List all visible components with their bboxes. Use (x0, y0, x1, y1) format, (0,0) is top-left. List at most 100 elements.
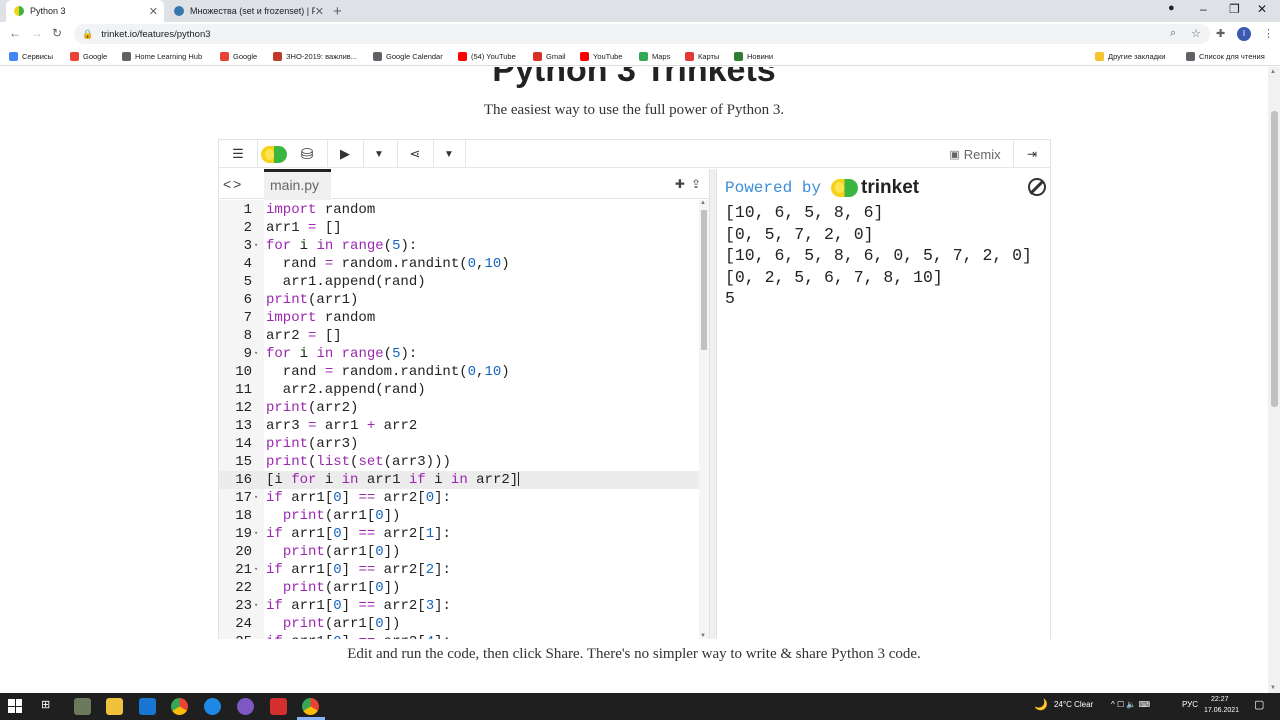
bookmark-youtube[interactable]: YouTube (580, 49, 622, 63)
code-line[interactable]: 2 arr1 = [] (219, 219, 699, 237)
code-line[interactable]: 21 ▾ if arr1[0] == arr2[2]: (219, 561, 699, 579)
new-tab-icon[interactable]: + (333, 3, 342, 20)
language-indicator[interactable]: РУС (1182, 700, 1198, 709)
hamburger-menu-icon[interactable]: ☰ (219, 140, 257, 168)
code-line[interactable]: 25 if arr1[0] == arr2[4]: (219, 633, 699, 639)
file-explorer-icon[interactable] (106, 698, 123, 715)
code-line[interactable]: 22 print(arr1[0]) (219, 579, 699, 597)
code-line[interactable]: 16 [i for i in arr1 if i in arr2] (219, 471, 699, 489)
page-scrollbar-thumb[interactable] (1271, 111, 1278, 407)
close-tab-icon[interactable]: ✕ (315, 5, 324, 18)
sign-in-icon[interactable]: ⇥ (1015, 140, 1049, 168)
clock-time[interactable]: 22:27 (1211, 696, 1229, 703)
remix-button[interactable]: ▣ Remix (937, 140, 1013, 168)
code-line[interactable]: 19 ▾ if arr1[0] == arr2[1]: (219, 525, 699, 543)
code-line[interactable]: 24 print(arr1[0]) (219, 615, 699, 633)
python-icon[interactable]: ⛁ (291, 140, 323, 168)
code-line[interactable]: 13 arr3 = arr1 + arr2 (219, 417, 699, 435)
code-line[interactable]: 6 print(arr1) (219, 291, 699, 309)
pane-splitter[interactable] (709, 169, 717, 639)
back-icon[interactable]: ← (9, 26, 21, 40)
code-line[interactable]: 3 ▾ for i in range(5): (219, 237, 699, 255)
code-line[interactable]: 5 arr1.append(rand) (219, 273, 699, 291)
bookmark-youtube-54[interactable]: (54) YouTube (458, 49, 516, 63)
scroll-down-arrow-icon[interactable]: ▼ (700, 633, 706, 639)
bookmark-karty[interactable]: Карты (685, 49, 719, 63)
bookmark-google-calendar[interactable]: Google Calendar (373, 49, 443, 63)
file-tab-main-py[interactable]: main.py (264, 169, 331, 200)
bookmark-star-icon[interactable]: ☆ (1191, 27, 1201, 40)
bookmark-other[interactable]: Другие закладки (1095, 49, 1165, 63)
fold-arrow-icon[interactable]: ▾ (254, 237, 258, 255)
chrome-icon[interactable] (171, 698, 188, 715)
mail-icon[interactable] (139, 698, 156, 715)
bookmark-reading-list[interactable]: Список для чтения (1186, 49, 1265, 63)
editor-scrollbar[interactable]: ▲ ▼ (699, 200, 709, 639)
notifications-icon[interactable]: ▢ (1254, 698, 1264, 711)
add-file-plus-icon[interactable]: ✚ (675, 177, 685, 191)
run-options-chevron-down-icon[interactable]: ▼ (363, 140, 395, 168)
code-line[interactable]: 12 print(arr2) (219, 399, 699, 417)
extensions-icon[interactable]: ✚ (1216, 27, 1225, 40)
clock-date[interactable]: 17.06.2021 (1204, 707, 1239, 714)
fold-arrow-icon[interactable]: ▾ (254, 489, 258, 507)
upload-icon[interactable]: ⇪ (691, 177, 701, 191)
bookmark-services[interactable]: Сервисы (9, 49, 53, 63)
bookmark-google[interactable]: Google (70, 49, 107, 63)
bookmark-novyny[interactable]: Новини (734, 49, 773, 63)
system-tray-icons[interactable]: ^ ☐ 🔈 ⌨ (1111, 700, 1150, 709)
share-options-chevron-down-icon[interactable]: ▼ (433, 140, 465, 168)
acrobat-icon[interactable] (270, 698, 287, 715)
close-window-icon[interactable]: ✕ (1257, 2, 1267, 16)
code-line[interactable]: 1 import random (219, 201, 699, 219)
page-scroll-down-icon[interactable]: ▼ (1270, 685, 1276, 691)
share-icon[interactable]: ⋖ (397, 140, 433, 168)
code-line[interactable]: 17 ▾ if arr1[0] == arr2[0]: (219, 489, 699, 507)
bookmark-maps[interactable]: Maps (639, 49, 670, 63)
reload-icon[interactable]: ↻ (52, 26, 62, 40)
minimize-icon[interactable]: – (1200, 2, 1207, 16)
forward-icon[interactable]: → (31, 26, 43, 40)
bookmark-home-learning-hub[interactable]: Home Learning Hub (122, 49, 202, 63)
browser-tab-python3[interactable]: Python 3 ✕ (6, 0, 164, 22)
close-tab-icon[interactable]: ✕ (149, 5, 158, 18)
editor-scrollbar-thumb[interactable] (701, 210, 707, 350)
chrome-active-icon[interactable] (302, 698, 319, 715)
url-field[interactable]: 🔒 trinket.io/features/python3 (74, 24, 1210, 44)
trinket-logo-icon[interactable] (257, 140, 291, 168)
page-scrollbar[interactable]: ▲ ▼ (1268, 67, 1280, 693)
weather-text[interactable]: 24°C Clear (1054, 700, 1093, 709)
code-text-area[interactable]: 1 import random 2 arr1 = [] 3 ▾ for i in range… (219, 200, 699, 639)
windows-start-icon[interactable] (8, 699, 22, 713)
task-view-icon[interactable]: ⊞ (41, 698, 50, 711)
code-line[interactable]: 4 rand = random.randint(0,10) (219, 255, 699, 273)
code-line[interactable]: 20 print(arr1[0]) (219, 543, 699, 561)
zoom-icon[interactable]: ⌕ (1170, 27, 1176, 40)
browser-menu-icon[interactable]: ⋮ (1263, 27, 1274, 40)
fold-arrow-icon[interactable]: ▾ (254, 345, 258, 363)
run-play-icon[interactable]: ▶ (327, 140, 363, 168)
browser-tab-sets[interactable]: Множества (set и frozenset) | Py ✕ (166, 0, 330, 22)
page-scroll-up-icon[interactable]: ▲ (1270, 69, 1276, 75)
viber-icon[interactable] (237, 698, 254, 715)
edge-icon[interactable] (204, 698, 221, 715)
fold-arrow-icon[interactable]: ▾ (254, 525, 258, 543)
clear-output-icon[interactable] (1028, 178, 1046, 196)
bookmark-google-2[interactable]: Google (220, 49, 257, 63)
photo-app-icon[interactable] (74, 698, 91, 715)
scroll-up-arrow-icon[interactable]: ▲ (700, 200, 706, 206)
tab-search-icon[interactable]: ● (1168, 2, 1175, 14)
fold-arrow-icon[interactable]: ▾ (254, 597, 258, 615)
code-line[interactable]: 7 import random (219, 309, 699, 327)
restore-icon[interactable]: ❐ (1229, 2, 1240, 16)
fold-arrow-icon[interactable]: ▾ (254, 561, 258, 579)
bookmark-zno[interactable]: ЗНО-2019: важлив... (273, 49, 357, 63)
code-line[interactable]: 11 arr2.append(rand) (219, 381, 699, 399)
code-line[interactable]: 15 print(list(set(arr3))) (219, 453, 699, 471)
code-line[interactable]: 10 rand = random.randint(0,10) (219, 363, 699, 381)
expand-arrows-icon[interactable]: <> (223, 176, 243, 192)
profile-avatar[interactable]: I (1237, 27, 1251, 41)
code-line[interactable]: 8 arr2 = [] (219, 327, 699, 345)
code-line[interactable]: 18 print(arr1[0]) (219, 507, 699, 525)
code-line[interactable]: 23 ▾ if arr1[0] == arr2[3]: (219, 597, 699, 615)
